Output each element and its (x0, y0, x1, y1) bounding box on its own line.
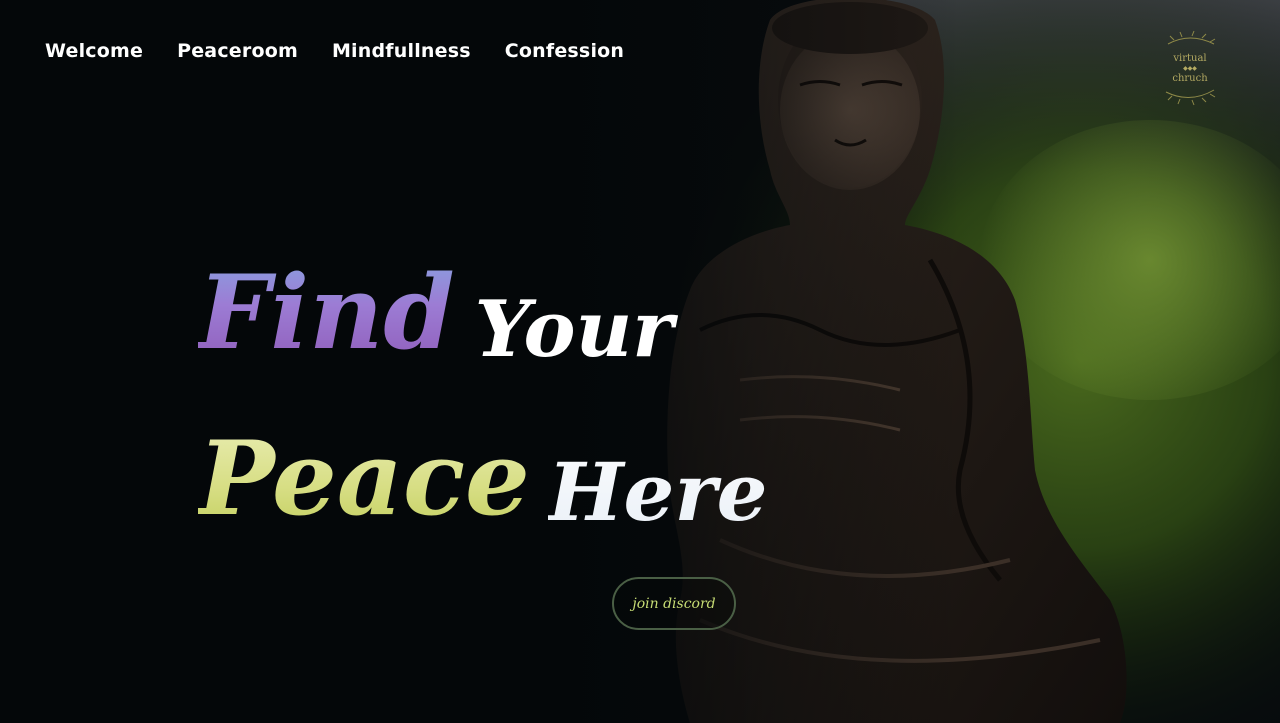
nav-link-peaceroom[interactable]: Peaceroom (177, 40, 298, 62)
logo-dots: ◆◆◆ (1183, 65, 1197, 72)
logo-text-virtual: virtual (1173, 53, 1207, 64)
nav-link-mindfullness[interactable]: Mindfullness (332, 40, 471, 62)
nav-link-welcome[interactable]: Welcome (45, 40, 143, 62)
hero-word-your: Your (474, 284, 674, 375)
hero-heading: Find Your Peace Here (198, 248, 767, 562)
join-discord-button[interactable]: join discord (612, 577, 736, 630)
hero-line-1: Find Your (198, 230, 767, 396)
logo-text-chruch: chruch (1172, 73, 1208, 84)
hero-word-find: Find (198, 230, 455, 396)
hero-word-here: Here (548, 409, 768, 575)
hero-word-peace: Peace (198, 396, 530, 562)
nav-link-confession[interactable]: Confession (505, 40, 624, 62)
page: Welcome Peaceroom Mindfullness Confessio… (0, 0, 1280, 723)
site-logo[interactable]: virtual ◆◆◆ chruch (1160, 30, 1220, 106)
hero-line-2: Peace Here (198, 396, 767, 562)
main-nav: Welcome Peaceroom Mindfullness Confessio… (45, 40, 624, 62)
